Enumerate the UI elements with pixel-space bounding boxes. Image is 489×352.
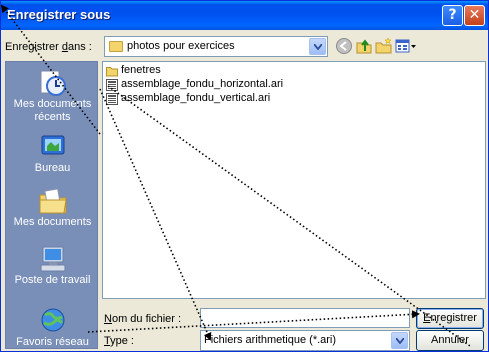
window-title: Enregistrer sous	[7, 7, 111, 22]
type-label: Type :	[104, 335, 134, 347]
place-recent-documents[interactable]: Mes documents récents	[6, 68, 99, 124]
location-dropdown[interactable]: photos pour exercices	[104, 36, 328, 57]
save-button[interactable]: Enregistrer	[416, 308, 484, 329]
filename-label: Nom du fichier :	[104, 313, 182, 325]
close-icon: ✕	[468, 7, 481, 23]
save-as-dialog: Enregistrer sous ? ✕ Enregistrer dans : …	[0, 0, 489, 352]
ari-file-icon	[106, 93, 118, 105]
views-menu-icon[interactable]	[395, 37, 417, 55]
cancel-button[interactable]: Annuler	[416, 330, 484, 351]
close-button[interactable]: ✕	[464, 5, 485, 26]
save-in-label: Enregistrer dans :	[5, 41, 92, 53]
filename-input[interactable]	[200, 308, 410, 328]
location-value: photos pour exercices	[127, 40, 235, 52]
up-folder-icon[interactable]	[355, 37, 373, 55]
file-type-value: Fichiers arithmetique (*.ari)	[204, 334, 337, 346]
help-icon: ?	[448, 7, 457, 23]
network-places-icon	[41, 308, 64, 332]
place-network[interactable]: Favoris réseau	[6, 306, 99, 349]
recent-documents-icon	[40, 70, 66, 96]
title-bar[interactable]: Enregistrer sous ? ✕	[1, 1, 488, 30]
chevron-down-icon[interactable]	[391, 332, 408, 349]
my-computer-icon	[40, 246, 65, 272]
back-icon[interactable]	[335, 37, 353, 55]
my-documents-icon	[39, 188, 67, 214]
place-desktop[interactable]: Bureau	[6, 132, 99, 175]
places-bar: Mes documents récents Bureau Mes documen…	[5, 61, 98, 349]
new-folder-icon[interactable]	[375, 37, 393, 55]
ari-file-icon	[106, 79, 118, 91]
desktop-icon	[41, 135, 64, 158]
folder-icon	[106, 67, 118, 77]
folder-icon	[109, 41, 123, 52]
place-my-documents[interactable]: Mes documents	[6, 186, 99, 229]
chevron-down-icon[interactable]	[309, 38, 326, 55]
file-type-dropdown[interactable]: Fichiers arithmetique (*.ari)	[200, 330, 410, 351]
place-my-computer[interactable]: Poste de travail	[6, 244, 99, 287]
help-button[interactable]: ?	[442, 5, 463, 26]
file-list[interactable]: fenetres assemblage_fondu_horizontal.ari…	[102, 61, 486, 299]
